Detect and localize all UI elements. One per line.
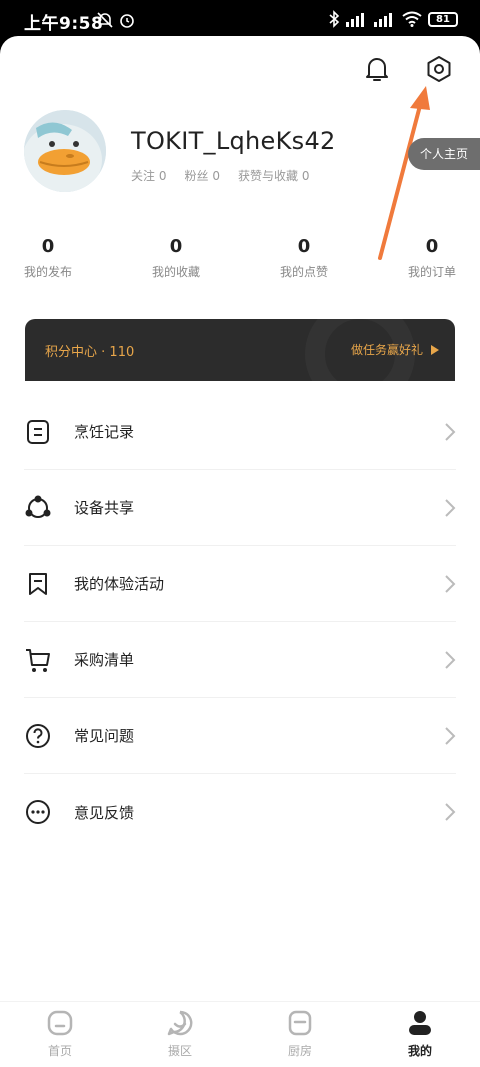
count-posts[interactable]: 0 我的发布 bbox=[3, 236, 93, 280]
bottom-tab-bar: 首页 摄区 厨房 我的 bbox=[0, 1001, 480, 1067]
menu-item-label: 烹饪记录 bbox=[74, 423, 135, 441]
cart-icon bbox=[24, 646, 52, 674]
menu-item-label: 采购清单 bbox=[74, 651, 135, 669]
status-time: 上午9:58 bbox=[24, 14, 104, 34]
likes-stat[interactable]: 获赞与收藏 0 bbox=[238, 167, 309, 184]
chevron-right-icon: › bbox=[424, 179, 429, 193]
chevron-right-icon bbox=[445, 803, 456, 821]
homepage-button-label: 个人主页 bbox=[420, 147, 469, 161]
tab-profile[interactable]: 我的 bbox=[360, 1002, 480, 1067]
points-value: 110 bbox=[109, 345, 135, 360]
top-actions bbox=[362, 54, 454, 84]
count-favorites[interactable]: 0 我的收藏 bbox=[131, 236, 221, 280]
menu-item-feedback[interactable]: 意见反馈 bbox=[24, 774, 456, 850]
tab-label: 摄区 bbox=[167, 1044, 192, 1058]
menu-item-cooking-record[interactable]: 烹饪记录 bbox=[24, 394, 456, 470]
feedback-icon bbox=[24, 798, 52, 826]
menu-item-label: 意见反馈 bbox=[74, 803, 135, 822]
home-icon bbox=[45, 1008, 75, 1038]
tab-home[interactable]: 首页 bbox=[0, 1002, 120, 1067]
signal-icon-2 bbox=[374, 13, 392, 27]
menu-item-faq[interactable]: 常见问题 bbox=[24, 698, 456, 774]
points-center-label: 积分中心 · 110 bbox=[45, 345, 135, 360]
profile-header: TOKIT_LqheKs42 关注 0 粉丝 0 获赞与收藏 0 个人主页 › bbox=[24, 110, 480, 200]
points-center-banner[interactable]: 积分中心 · 110 做任务赢好礼 bbox=[25, 319, 455, 381]
points-task-link[interactable]: 做任务赢好礼 bbox=[351, 341, 439, 358]
status-right-icons: 81 bbox=[328, 10, 458, 28]
notification-bell-icon[interactable] bbox=[362, 54, 392, 84]
homepage-button[interactable]: 个人主页 › bbox=[408, 138, 480, 193]
kitchen-icon bbox=[285, 1008, 315, 1038]
menu-item-experience-activity[interactable]: 我的体验活动 bbox=[24, 546, 456, 622]
battery-indicator: 81 bbox=[428, 11, 458, 27]
menu-item-label: 我的体验活动 bbox=[74, 575, 165, 593]
fans-stat[interactable]: 粉丝 0 bbox=[184, 167, 219, 184]
follow-stat[interactable]: 关注 0 bbox=[131, 167, 166, 184]
mute-bell-icon bbox=[97, 12, 113, 28]
profile-screen: TOKIT_LqheKs42 关注 0 粉丝 0 获赞与收藏 0 个人主页 › … bbox=[0, 36, 480, 1067]
user-stats: 关注 0 粉丝 0 获赞与收藏 0 bbox=[131, 167, 309, 184]
bookmark-icon bbox=[24, 570, 52, 598]
chevron-right-icon bbox=[445, 575, 456, 593]
tab-label: 我的 bbox=[407, 1044, 432, 1058]
menu-item-shopping-list[interactable]: 采购清单 bbox=[24, 622, 456, 698]
tab-label: 首页 bbox=[47, 1044, 72, 1058]
menu-item-device-share[interactable]: 设备共享 bbox=[24, 470, 456, 546]
activity-counts: 0 我的发布 0 我的收藏 0 我的点赞 0 我的订单 bbox=[0, 236, 480, 296]
menu-item-label: 常见问题 bbox=[74, 727, 135, 745]
chevron-right-icon bbox=[445, 727, 456, 745]
menu-list: 烹饪记录 设备共享 我的体验活动 采购清单 常见问题 意见反馈 bbox=[0, 394, 480, 850]
tab-community[interactable]: 摄区 bbox=[120, 1002, 240, 1067]
device-share-icon bbox=[24, 494, 52, 522]
chevron-right-icon bbox=[445, 423, 456, 441]
signal-icon bbox=[346, 13, 364, 27]
username: TOKIT_LqheKs42 bbox=[131, 127, 336, 155]
profile-icon bbox=[405, 1008, 435, 1038]
cooking-record-icon bbox=[24, 418, 52, 446]
wifi-icon bbox=[402, 11, 422, 27]
question-icon bbox=[24, 722, 52, 750]
tab-kitchen[interactable]: 厨房 bbox=[240, 1002, 360, 1067]
tab-label: 厨房 bbox=[287, 1044, 312, 1058]
status-left-icons bbox=[96, 11, 136, 29]
menu-item-label: 设备共享 bbox=[74, 499, 135, 517]
chevron-right-icon bbox=[445, 651, 456, 669]
avatar[interactable] bbox=[24, 110, 106, 192]
alarm-icon bbox=[120, 14, 134, 28]
count-orders[interactable]: 0 我的订单 bbox=[387, 236, 477, 280]
count-likes[interactable]: 0 我的点赞 bbox=[259, 236, 349, 280]
community-icon bbox=[165, 1008, 195, 1038]
settings-icon[interactable] bbox=[424, 54, 454, 84]
play-arrow-icon bbox=[431, 344, 439, 355]
bluetooth-icon bbox=[329, 10, 340, 28]
status-bar: 上午9:58 81 bbox=[0, 0, 480, 40]
chevron-right-icon bbox=[445, 499, 456, 517]
